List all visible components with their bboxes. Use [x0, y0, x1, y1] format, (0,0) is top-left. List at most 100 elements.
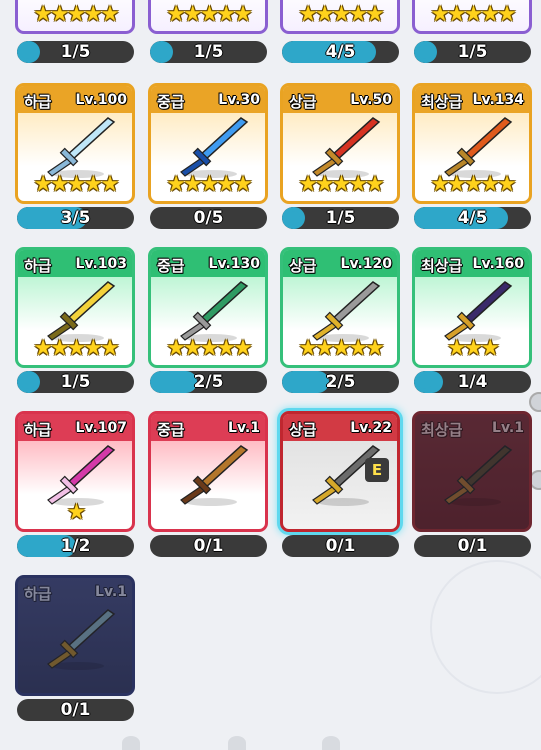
- level-label: Lv.22: [350, 420, 392, 436]
- weapon-card-partial[interactable]: ★★★★★: [412, 0, 532, 34]
- grade-label: 최상급: [421, 257, 463, 275]
- progress-bar: 1/5: [414, 41, 531, 63]
- grade-label: 중급: [157, 93, 185, 111]
- progress-bar: 4/5: [282, 41, 399, 63]
- grade-label: 중급: [157, 257, 185, 275]
- weapon-card[interactable]: 상급 Lv.22 E: [280, 411, 400, 532]
- progress-text: 1/5: [60, 372, 91, 392]
- progress-text: 0/5: [193, 208, 224, 228]
- card-header: 최상급 Lv.134: [415, 86, 529, 113]
- progress-text: 1/5: [325, 208, 356, 228]
- progress-bar: 1/2: [17, 535, 134, 557]
- weapon-card[interactable]: 하급 Lv.107 ★: [15, 411, 135, 532]
- progress-text: 1/2: [60, 536, 91, 556]
- grade-label: 상급: [289, 257, 317, 275]
- star-rating: ★★★★★: [33, 172, 120, 197]
- card-header: 상급 Lv.50: [283, 86, 397, 113]
- card-header: 중급 Lv.30: [151, 86, 265, 113]
- weapon-card[interactable]: 중급 Lv.130 ★★★★★: [148, 247, 268, 368]
- weapon-card[interactable]: 상급 Lv.50 ★★★★★: [280, 83, 400, 204]
- grade-label: 하급: [24, 257, 52, 275]
- progress-text: 0/1: [193, 536, 224, 556]
- progress-bar: 1/5: [282, 207, 399, 229]
- bronze-sword-icon: [180, 445, 249, 506]
- weapon-card[interactable]: 중급 Lv.30 ★★★★★: [148, 83, 268, 204]
- progress-text: 1/5: [193, 42, 224, 62]
- level-label: Lv.1: [228, 420, 260, 436]
- progress-text: 0/1: [325, 536, 356, 556]
- weapon-card[interactable]: 하급 Lv.1: [15, 575, 135, 696]
- level-label: Lv.120: [340, 256, 392, 272]
- weapon-card[interactable]: 최상급 Lv.134 ★★★★★: [412, 83, 532, 204]
- level-label: Lv.30: [218, 92, 260, 108]
- progress-bar: 2/5: [282, 371, 399, 393]
- progress-bar: 0/1: [17, 699, 134, 721]
- star-rating: ★★★★★: [33, 336, 120, 361]
- locked-overlay: [415, 414, 529, 529]
- star-rating: ★★★★★: [166, 2, 253, 27]
- locked-overlay: [18, 578, 132, 693]
- progress-bar: 2/5: [150, 371, 267, 393]
- card-header: 상급 Lv.22: [283, 414, 397, 441]
- grade-label: 하급: [24, 93, 52, 111]
- level-label: Lv.50: [350, 92, 392, 108]
- star-rating: ★★★: [446, 336, 500, 361]
- progress-bar: 0/1: [414, 535, 531, 557]
- card-header: 중급 Lv.1: [151, 414, 265, 441]
- progress-bar: 0/5: [150, 207, 267, 229]
- star-rating: ★★★★★: [298, 2, 385, 27]
- progress-bar: 1/5: [150, 41, 267, 63]
- grade-label: 하급: [24, 421, 52, 439]
- weapon-card-partial[interactable]: ★★★★★: [280, 0, 400, 34]
- grade-label: 상급: [289, 93, 317, 111]
- progress-text: 2/5: [193, 372, 224, 392]
- progress-text: 1/5: [60, 42, 91, 62]
- weapon-card[interactable]: 최상급 Lv.160 ★★★: [412, 247, 532, 368]
- level-label: Lv.134: [472, 92, 524, 108]
- progress-bar: 1/5: [17, 41, 134, 63]
- star-rating: ★★★★★: [166, 336, 253, 361]
- card-header: 중급 Lv.130: [151, 250, 265, 277]
- star-rating: ★★★★★: [298, 172, 385, 197]
- card-header: 하급 Lv.103: [18, 250, 132, 277]
- progress-text: 1/5: [457, 42, 488, 62]
- weapon-card-partial[interactable]: ★★★★★: [15, 0, 135, 34]
- grade-label: 중급: [157, 421, 185, 439]
- star-rating: ★★★★★: [430, 172, 517, 197]
- progress-bar: 1/4: [414, 371, 531, 393]
- card-header: 하급 Lv.107: [18, 414, 132, 441]
- weapon-card-partial[interactable]: ★★★★★: [148, 0, 268, 34]
- progress-text: 0/1: [457, 536, 488, 556]
- star-rating: ★★★★★: [298, 336, 385, 361]
- star-rating: ★★★★★: [430, 2, 517, 27]
- level-label: Lv.130: [208, 256, 260, 272]
- weapon-card[interactable]: 최상급 Lv.1: [412, 411, 532, 532]
- weapon-card[interactable]: 중급 Lv.1: [148, 411, 268, 532]
- weapon-card[interactable]: 하급 Lv.103 ★★★★★: [15, 247, 135, 368]
- progress-text: 1/4: [457, 372, 488, 392]
- card-header: 상급 Lv.120: [283, 250, 397, 277]
- card-header: 하급 Lv.100: [18, 86, 132, 113]
- weapon-card[interactable]: 하급 Lv.100 ★★★★★: [15, 83, 135, 204]
- progress-bar: 3/5: [17, 207, 134, 229]
- progress-bar: 0/1: [282, 535, 399, 557]
- weapon-card[interactable]: 상급 Lv.120 ★★★★★: [280, 247, 400, 368]
- progress-bar: 0/1: [150, 535, 267, 557]
- level-label: Lv.107: [75, 420, 127, 436]
- progress-text: 4/5: [325, 42, 356, 62]
- grade-label: 최상급: [421, 93, 463, 111]
- equipped-badge: E: [365, 458, 389, 482]
- progress-bar: 4/5: [414, 207, 531, 229]
- star-rating: ★: [66, 500, 87, 525]
- progress-text: 4/5: [457, 208, 488, 228]
- progress-text: 2/5: [325, 372, 356, 392]
- level-label: Lv.160: [472, 256, 524, 272]
- star-rating: ★★★★★: [33, 2, 120, 27]
- level-label: Lv.103: [75, 256, 127, 272]
- star-rating: ★★★★★: [166, 172, 253, 197]
- level-label: Lv.100: [75, 92, 127, 108]
- progress-text: 0/1: [60, 700, 91, 720]
- progress-text: 3/5: [60, 208, 91, 228]
- grade-label: 상급: [289, 421, 317, 439]
- card-header: 최상급 Lv.160: [415, 250, 529, 277]
